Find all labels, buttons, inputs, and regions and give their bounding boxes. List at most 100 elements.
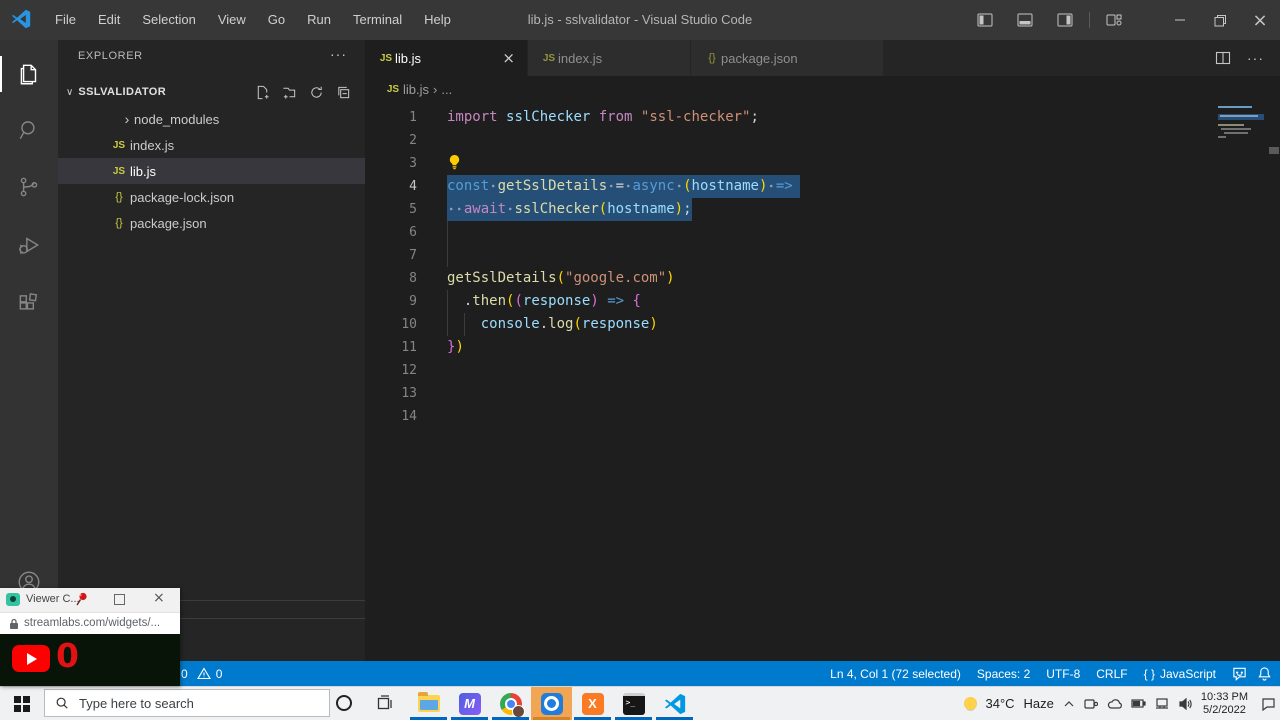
tab-close-icon[interactable]: × bbox=[488, 49, 515, 67]
overlay-url-bar[interactable]: streamlabs.com/widgets/... bbox=[0, 613, 180, 634]
explorer-more-actions-icon[interactable]: ··· bbox=[330, 46, 347, 62]
taskbar-app-streamlabs[interactable] bbox=[531, 687, 572, 720]
code-line-6[interactable]: 6 bbox=[365, 221, 1280, 244]
tab-index.js[interactable]: JSindex.js bbox=[528, 40, 691, 76]
close-button[interactable]: × bbox=[1240, 0, 1280, 40]
taskbar-clock[interactable]: 10:33 PM 5/2/2022 bbox=[1201, 691, 1248, 717]
code-editor[interactable]: 1import sslChecker from "ssl-checker";23… bbox=[365, 102, 1280, 665]
code-line-12[interactable]: 12 bbox=[365, 359, 1280, 382]
file-index.js[interactable]: JSindex.js bbox=[58, 132, 365, 158]
code-line-10[interactable]: 10 console.log(response) bbox=[365, 313, 1280, 336]
menu-file[interactable]: File bbox=[44, 0, 87, 40]
tab-lib.js[interactable]: JSlib.js× bbox=[365, 40, 528, 76]
menu-help[interactable]: Help bbox=[413, 0, 462, 40]
files-icon[interactable] bbox=[0, 50, 58, 98]
menu-run[interactable]: Run bbox=[296, 0, 342, 40]
file-package.json[interactable]: {}package.json bbox=[58, 210, 365, 236]
file-package-lock.json[interactable]: {}package-lock.json bbox=[58, 184, 365, 210]
overlay-url[interactable]: streamlabs.com/widgets/... bbox=[24, 617, 160, 629]
breadcrumb[interactable]: JS lib.js › ... bbox=[365, 76, 1280, 102]
taskbar-app-file-explorer[interactable] bbox=[408, 687, 449, 720]
meet-now-icon[interactable] bbox=[1084, 698, 1098, 710]
pin-icon[interactable] bbox=[74, 591, 90, 608]
new-file-icon[interactable] bbox=[255, 85, 270, 100]
viewer-count-titlebar[interactable]: Viewer C... × bbox=[0, 588, 180, 613]
menu-selection[interactable]: Selection bbox=[131, 0, 206, 40]
breadcrumb-symbol[interactable]: ... bbox=[441, 82, 452, 97]
taskbar-app-app-m[interactable]: M bbox=[449, 687, 490, 720]
more-actions-icon[interactable]: ··· bbox=[1247, 50, 1264, 66]
feedback-icon[interactable] bbox=[1232, 666, 1247, 681]
code-line-14[interactable]: 14 bbox=[365, 405, 1280, 428]
weather-condition[interactable]: Haze bbox=[1024, 696, 1054, 711]
minimap[interactable] bbox=[1216, 102, 1266, 172]
customize-layout-icon[interactable] bbox=[1094, 0, 1134, 40]
onedrive-icon[interactable] bbox=[1107, 699, 1122, 709]
layout-sidebar-left-icon[interactable] bbox=[965, 0, 1005, 40]
code-line-2[interactable]: 2 bbox=[365, 129, 1280, 152]
menu-edit[interactable]: Edit bbox=[87, 0, 131, 40]
overlay-maximize-icon[interactable] bbox=[114, 594, 125, 605]
network-icon[interactable] bbox=[1155, 698, 1169, 709]
taskbar-app-terminal[interactable]: >_ bbox=[613, 687, 654, 720]
source-control-icon[interactable] bbox=[0, 163, 58, 211]
code-line-1[interactable]: 1import sslChecker from "ssl-checker"; bbox=[365, 106, 1280, 129]
split-editor-icon[interactable] bbox=[1215, 50, 1231, 66]
menu-terminal[interactable]: Terminal bbox=[342, 0, 413, 40]
layout-sidebar-right-icon[interactable] bbox=[1045, 0, 1085, 40]
hidden-icons-chevron[interactable] bbox=[1063, 699, 1075, 709]
tab-package.json[interactable]: {}package.json bbox=[691, 40, 884, 76]
breadcrumb-file[interactable]: lib.js bbox=[403, 82, 429, 97]
restore-button[interactable] bbox=[1200, 0, 1240, 40]
file-node_modules[interactable]: ›node_modules bbox=[58, 106, 365, 132]
weather-icon[interactable] bbox=[964, 697, 977, 710]
status-label: UTF-8 bbox=[1046, 667, 1080, 681]
eol[interactable]: CRLF bbox=[1096, 667, 1127, 681]
taskbar-app-visual-studio-code[interactable] bbox=[654, 687, 695, 720]
taskbar-app-google-chrome[interactable] bbox=[490, 687, 531, 720]
code-line-13[interactable]: 13 bbox=[365, 382, 1280, 405]
code-line-5[interactable]: 5 await sslChecker(hostname); bbox=[365, 198, 1280, 221]
code-line-11[interactable]: 11}) bbox=[365, 336, 1280, 359]
weather-temperature[interactable]: 34°C bbox=[986, 696, 1015, 711]
code-line-9[interactable]: 9 .then((response) => { bbox=[365, 290, 1280, 313]
viewer-count-window[interactable]: Viewer C... × streamlabs.com/widgets/...… bbox=[0, 588, 180, 686]
taskbar-app-xampp[interactable]: X bbox=[572, 687, 613, 720]
cortana-icon[interactable] bbox=[336, 695, 352, 711]
layout-panel-icon[interactable] bbox=[1005, 0, 1045, 40]
file-lib.js[interactable]: JSlib.js bbox=[58, 158, 365, 184]
overlay-close-icon[interactable]: × bbox=[153, 590, 165, 606]
explorer-section-header[interactable]: ∨ SSLVALIDATOR bbox=[58, 80, 365, 104]
menu-go[interactable]: Go bbox=[257, 0, 296, 40]
collapse-folders-icon[interactable] bbox=[336, 85, 351, 100]
notifications-bell-icon[interactable] bbox=[1257, 666, 1272, 681]
code-token: ( bbox=[683, 178, 691, 194]
language-mode[interactable]: { }JavaScript bbox=[1144, 667, 1216, 681]
indent-guide bbox=[447, 290, 448, 313]
taskbar-search-input[interactable]: Type here to search bbox=[44, 689, 330, 717]
refresh-icon[interactable] bbox=[309, 85, 324, 100]
menu-view[interactable]: View bbox=[207, 0, 257, 40]
code-token: . bbox=[540, 316, 548, 332]
cursor-position[interactable]: Ln 4, Col 1 (72 selected) bbox=[830, 667, 961, 681]
search-icon[interactable] bbox=[0, 106, 58, 154]
minimize-button[interactable] bbox=[1160, 0, 1200, 40]
lightbulb-icon[interactable] bbox=[447, 154, 462, 170]
task-view-icon[interactable] bbox=[376, 695, 393, 712]
code-line-8[interactable]: 8getSslDetails("google.com") bbox=[365, 267, 1280, 290]
encoding[interactable]: UTF-8 bbox=[1046, 667, 1080, 681]
code-line-7[interactable]: 7 bbox=[365, 244, 1280, 267]
battery-icon[interactable] bbox=[1131, 699, 1146, 708]
line-number: 1 bbox=[365, 106, 417, 129]
volume-icon[interactable] bbox=[1178, 698, 1192, 710]
code-line-3[interactable]: 3 bbox=[365, 152, 1280, 175]
action-center-icon[interactable] bbox=[1261, 697, 1276, 711]
file-label: node_modules bbox=[134, 112, 219, 127]
indentation[interactable]: Spaces: 2 bbox=[977, 667, 1030, 681]
run-and-debug-icon[interactable] bbox=[0, 221, 58, 269]
code-line-4[interactable]: 4const getSslDetails = async (hostname) … bbox=[365, 175, 1280, 198]
new-folder-icon[interactable] bbox=[282, 85, 297, 100]
extensions-icon[interactable] bbox=[0, 280, 58, 328]
start-button[interactable] bbox=[0, 687, 44, 720]
taskbar-apps: M X>_ bbox=[408, 687, 695, 720]
